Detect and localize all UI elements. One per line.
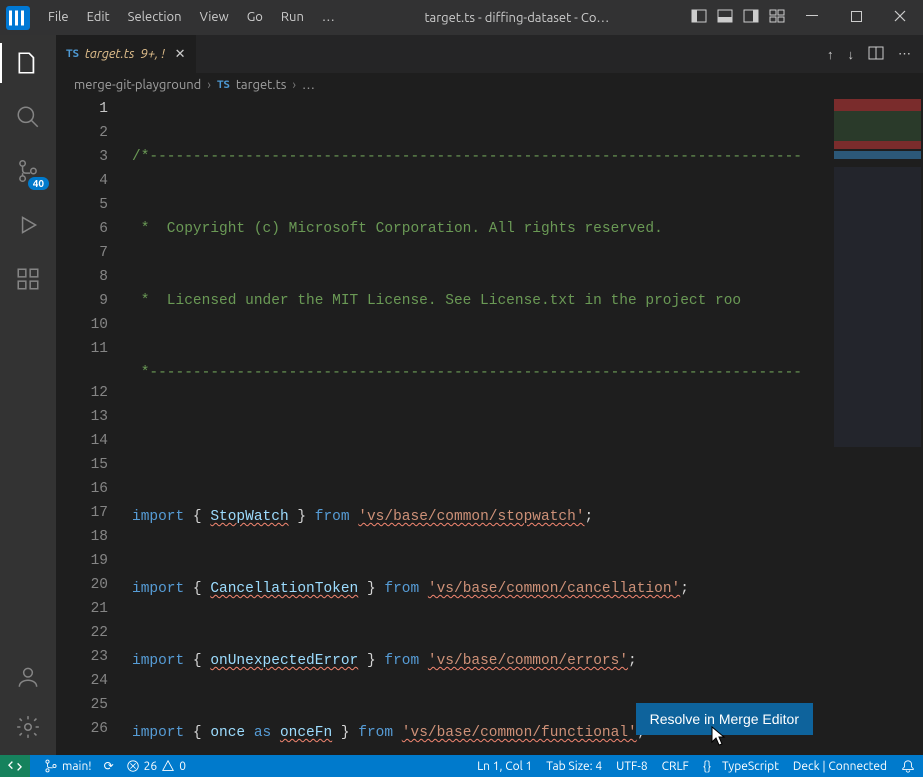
- menu-view[interactable]: View: [192, 3, 237, 32]
- indentation-status[interactable]: Tab Size: 4: [546, 760, 602, 773]
- customize-layout-icon[interactable]: [769, 8, 785, 27]
- breadcrumb[interactable]: merge-git-playground › TS target.ts › …: [56, 73, 923, 97]
- editor-group: TS target.ts 9+, ! ✕ ↑ ↓ ⋯ merge-git-pla…: [56, 35, 923, 755]
- remote-indicator[interactable]: [0, 755, 30, 777]
- breadcrumb-file[interactable]: target.ts: [236, 78, 287, 92]
- git-branch-status[interactable]: main!: [44, 759, 92, 773]
- toggle-primary-sidebar-icon[interactable]: [691, 8, 707, 27]
- previous-change-icon[interactable]: ↑: [827, 47, 834, 62]
- chevron-right-icon: ›: [207, 78, 211, 92]
- menu-go[interactable]: Go: [239, 3, 271, 32]
- window-title: target.ts - diffing-dataset - Co…: [343, 11, 691, 25]
- problems-status[interactable]: 26 0: [126, 759, 186, 773]
- source-control-icon[interactable]: 40: [14, 157, 42, 185]
- code-content[interactable]: /*--------------------------------------…: [132, 97, 831, 755]
- language-mode-status[interactable]: {} TypeScript: [703, 760, 779, 773]
- split-editor-icon[interactable]: [868, 45, 884, 64]
- tab-git-status: 9+, !: [141, 47, 165, 61]
- explorer-icon[interactable]: [14, 49, 42, 77]
- menu-run[interactable]: Run: [273, 3, 312, 32]
- layout-icons: [691, 8, 785, 27]
- menu-file[interactable]: File: [40, 3, 77, 32]
- window-controls: [795, 10, 917, 25]
- deck-status[interactable]: Deck | Connected: [793, 760, 887, 773]
- menu-overflow[interactable]: …: [314, 3, 343, 32]
- title-bar: File Edit Selection View Go Run … target…: [0, 0, 923, 35]
- next-change-icon[interactable]: ↓: [848, 47, 855, 62]
- menu-selection[interactable]: Selection: [120, 3, 190, 32]
- toggle-secondary-sidebar-icon[interactable]: [743, 8, 759, 27]
- editor-tab-target[interactable]: TS target.ts 9+, ! ✕: [56, 35, 197, 73]
- breadcrumb-folder[interactable]: merge-git-playground: [74, 78, 201, 92]
- search-icon[interactable]: [14, 103, 42, 131]
- editor-more-icon[interactable]: ⋯: [898, 47, 911, 62]
- chevron-right-icon: ›: [292, 78, 296, 92]
- typescript-file-icon: TS: [217, 79, 230, 91]
- main-menu: File Edit Selection View Go Run …: [40, 3, 343, 32]
- minimap[interactable]: [831, 97, 923, 755]
- minimize-button[interactable]: [795, 10, 829, 25]
- menu-edit[interactable]: Edit: [79, 3, 118, 32]
- encoding-status[interactable]: UTF-8: [616, 760, 647, 773]
- breadcrumb-trail[interactable]: …: [302, 78, 315, 92]
- toggle-panel-icon[interactable]: [717, 8, 733, 27]
- eol-status[interactable]: CRLF: [662, 760, 689, 773]
- extensions-icon[interactable]: [14, 265, 42, 293]
- notifications-icon[interactable]: [901, 759, 915, 773]
- sync-changes-status[interactable]: ⟳: [104, 759, 114, 773]
- activity-bar: 40: [0, 35, 56, 755]
- line-number-gutter: 1 2 3 4 5 6 7 8 9 10 11 12 13 14 15 16 1…: [56, 97, 132, 755]
- scm-badge: 40: [28, 177, 49, 190]
- maximize-button[interactable]: [839, 11, 873, 25]
- close-button[interactable]: [883, 10, 917, 25]
- typescript-file-icon: TS: [66, 48, 79, 60]
- status-bar: main! ⟳ 26 0 Ln 1, Col 1 Tab Size: 4 UTF…: [0, 755, 923, 777]
- code-editor[interactable]: 1 2 3 4 5 6 7 8 9 10 11 12 13 14 15 16 1…: [56, 97, 923, 755]
- close-tab-icon[interactable]: ✕: [175, 47, 186, 62]
- settings-gear-icon[interactable]: [14, 713, 42, 741]
- accounts-icon[interactable]: [14, 663, 42, 691]
- editor-tab-actions: ↑ ↓ ⋯: [815, 35, 923, 73]
- vscode-logo-icon: [6, 6, 30, 30]
- run-debug-icon[interactable]: [14, 211, 42, 239]
- cursor-position-status[interactable]: Ln 1, Col 1: [477, 760, 532, 773]
- cursor-pointer-icon: [709, 725, 727, 751]
- tab-filename: target.ts: [85, 47, 135, 61]
- editor-tabs: TS target.ts 9+, ! ✕ ↑ ↓ ⋯: [56, 35, 923, 73]
